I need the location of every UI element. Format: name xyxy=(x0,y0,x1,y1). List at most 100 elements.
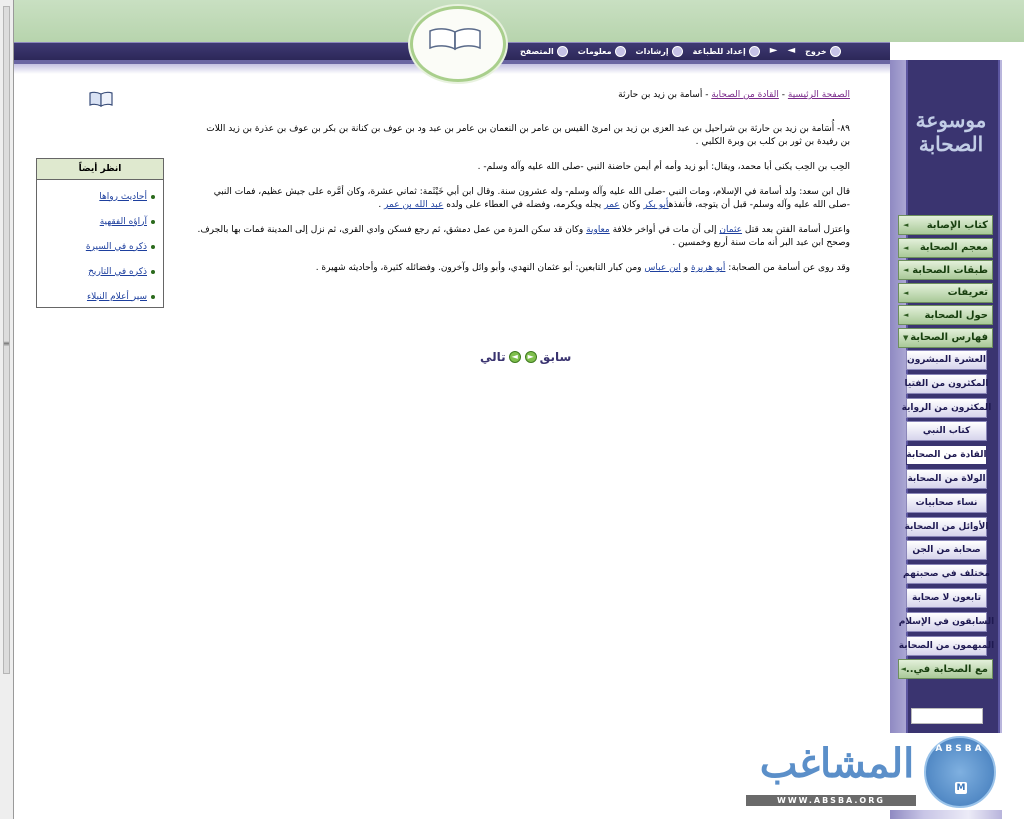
link-abu-hurayra[interactable]: أبو هريرة xyxy=(691,263,725,273)
arrow-left-icon: ◄ xyxy=(903,311,909,319)
sub-item-label: الولاة من الصحابة xyxy=(907,473,986,484)
see-also-fiqh-link[interactable]: آراؤه الفقهية xyxy=(100,217,147,227)
menu-about-label: حول الصحابة xyxy=(924,309,988,321)
text-segment: واعتزل أسامة الفتن بعد قتل xyxy=(742,225,850,235)
sub-item-label: المكثرون من الرواية xyxy=(901,402,992,413)
print-setup-button[interactable]: إعداد للطباعة xyxy=(692,45,760,57)
bullet-icon xyxy=(151,244,155,249)
sub-item-label: العشرة المبشرون xyxy=(907,355,986,365)
browser-icon xyxy=(556,45,568,57)
exit-icon xyxy=(829,45,841,57)
menu-mujam[interactable]: معجم الصحابة ◄ xyxy=(898,237,993,258)
text-segment: إلى أن مات في أواخر خلافة xyxy=(609,225,720,235)
sub-item-label: الأوائل من الصحابة xyxy=(904,521,989,532)
watermark-badge-letter: M xyxy=(955,782,967,794)
menu-isaba-label: كتاب الإصابة xyxy=(926,219,988,231)
open-book-icon xyxy=(429,28,481,51)
see-also-history-link[interactable]: ذكره في التاريخ xyxy=(88,267,147,277)
menu-tabaqat[interactable]: طبقات الصحابة ◄ xyxy=(898,260,993,280)
forward-arrow-icon[interactable]: ◄ xyxy=(787,46,795,56)
see-also-box: انظر أيضاً أحاديث رواها آراؤه الفقهية ذك… xyxy=(36,158,164,308)
see-also-siyar-link[interactable]: سير أعلام النبلاء xyxy=(87,292,147,302)
resize-grip-icon[interactable]: ≡ xyxy=(3,340,10,348)
see-also-sira-link[interactable]: ذكره في السيرة xyxy=(86,242,147,252)
menu-about[interactable]: حول الصحابة ◄ xyxy=(898,305,993,325)
browser-button[interactable]: المتصفح xyxy=(520,45,568,57)
window-left-frame: ≡ xyxy=(0,0,14,819)
site-title: موسوعة الصحابة xyxy=(906,108,996,156)
link-umar[interactable]: عمر xyxy=(604,200,620,210)
article-paragraph-1: ٨٩- أُسَامة بن زيد بن حارثة بن شراحيل بن… xyxy=(206,124,850,147)
sub-item-firsts[interactable]: الأوائل من الصحابة xyxy=(904,516,989,537)
link-abdullah-ibn-umar[interactable]: عبد الله بن عمر xyxy=(384,200,443,210)
link-abu-bakr[interactable]: أبو بكر xyxy=(643,200,668,210)
watermark-name: المشاغب xyxy=(759,740,915,787)
sub-item-early[interactable]: السابقون في الإسلام xyxy=(899,611,994,632)
menu-isaba[interactable]: كتاب الإصابة ◄ xyxy=(898,215,993,235)
sub-item-women[interactable]: نساء صحابيات xyxy=(906,492,987,513)
sub-item-label: نساء صحابيات xyxy=(915,497,978,508)
see-also-hadiths-link[interactable]: أحاديث رواها xyxy=(99,192,147,202)
sub-item-tabieen[interactable]: تابعون لا صحابة xyxy=(906,587,987,608)
sub-item-ashara[interactable]: العشرة المبشرون xyxy=(906,350,987,370)
link-uthman[interactable]: عثمان xyxy=(719,225,742,235)
text-segment: يجله ويكرمه، وفضله في العطاء على ولده xyxy=(443,200,605,210)
sub-item-jinn[interactable]: صحابة من الجن xyxy=(906,540,987,561)
sub-item-disputed[interactable]: مختلف في صحبتهم xyxy=(903,564,990,585)
breadcrumb-home-link[interactable]: الصفحة الرئيسية xyxy=(788,90,850,100)
link-ibn-abbas[interactable]: ابن عباس xyxy=(644,263,681,273)
bullet-icon xyxy=(151,269,155,274)
sub-item-leaders-active[interactable]: القادة من الصحابة xyxy=(906,445,987,466)
arrow-down-icon: ▼ xyxy=(903,333,909,342)
breadcrumb: الصفحة الرئيسية - القادة من الصحابة - أس… xyxy=(580,90,850,100)
prev-button[interactable]: سابق ► xyxy=(524,350,571,364)
book-print-icon[interactable] xyxy=(88,90,114,108)
info-button[interactable]: معلومات xyxy=(578,45,626,57)
list-item: ذكره في التاريخ xyxy=(41,259,155,284)
site-title-line-2: الصحابة xyxy=(918,132,984,156)
sub-item-label: كتاب النبي xyxy=(922,426,971,437)
arrow-right-circle-icon: ► xyxy=(524,351,537,363)
sub-item-governors[interactable]: الولاة من الصحابة xyxy=(906,468,987,489)
pager: سابق ► ◄ تالي xyxy=(480,350,571,364)
sub-item-unnamed[interactable]: المبهمون من الصحابة xyxy=(899,635,994,656)
breadcrumb-separator: - xyxy=(778,90,788,100)
menu-indexes-label: فهارس الصحابة xyxy=(910,332,988,343)
menu-mujam-label: معجم الصحابة xyxy=(919,242,988,253)
sub-item-fatwa[interactable]: المكثرون من الفتيا xyxy=(905,373,988,394)
print-setup-label: إعداد للطباعة xyxy=(692,46,746,56)
sub-item-scribes[interactable]: كتاب النبي xyxy=(906,421,987,442)
arrow-left-icon: ◄ xyxy=(903,243,909,252)
arrow-left-circle-icon: ◄ xyxy=(508,351,521,363)
bullet-icon xyxy=(151,194,155,199)
bullet-icon xyxy=(151,219,155,224)
sidebar-search-input[interactable] xyxy=(911,708,983,724)
next-button[interactable]: ◄ تالي xyxy=(480,350,521,364)
sub-item-riwaya[interactable]: المكثرون من الرواية xyxy=(902,397,991,418)
sub-item-label: القادة من الصحابة xyxy=(906,450,987,461)
back-arrow-icon[interactable]: ► xyxy=(770,46,778,56)
link-muawiya[interactable]: معاوية xyxy=(586,225,610,235)
exit-button[interactable]: خروج xyxy=(805,45,841,57)
list-item: سير أعلام النبلاء xyxy=(41,284,155,309)
breadcrumb-current: أسامة بن زيد بن حارثة xyxy=(618,90,703,100)
watermark-badge-text: ABSBA xyxy=(935,744,985,754)
menu-tabaqat-label: طبقات الصحابة xyxy=(912,264,988,276)
info-icon xyxy=(614,45,626,57)
browser-label: المتصفح xyxy=(520,46,554,56)
article-content: ٨٩- أُسَامة بن زيد بن حارثة بن شراحيل بن… xyxy=(196,123,850,287)
next-label: تالي xyxy=(480,350,506,364)
text-segment: و xyxy=(680,263,692,273)
menu-with-companions[interactable]: مع الصحابة في.. ◄ xyxy=(898,659,993,680)
guide-button[interactable]: إرشادات xyxy=(635,45,683,57)
arrow-left-icon: ◄ xyxy=(900,665,906,674)
exit-label: خروج xyxy=(805,46,827,56)
printer-icon xyxy=(748,45,760,57)
menu-definitions[interactable]: تعريفات ◄ xyxy=(898,282,993,303)
guide-label: إرشادات xyxy=(635,46,669,56)
text-segment: وقد روى عن أسامة من الصحابة: xyxy=(725,263,850,273)
article-paragraph-5: وقد روى عن أسامة من الصحابة: أبو هريرة و… xyxy=(196,262,850,275)
breadcrumb-section-link[interactable]: القادة من الصحابة xyxy=(711,90,779,100)
menu-definitions-label: تعريفات xyxy=(947,287,988,298)
menu-indexes[interactable]: فهارس الصحابة ▼ xyxy=(898,327,993,348)
